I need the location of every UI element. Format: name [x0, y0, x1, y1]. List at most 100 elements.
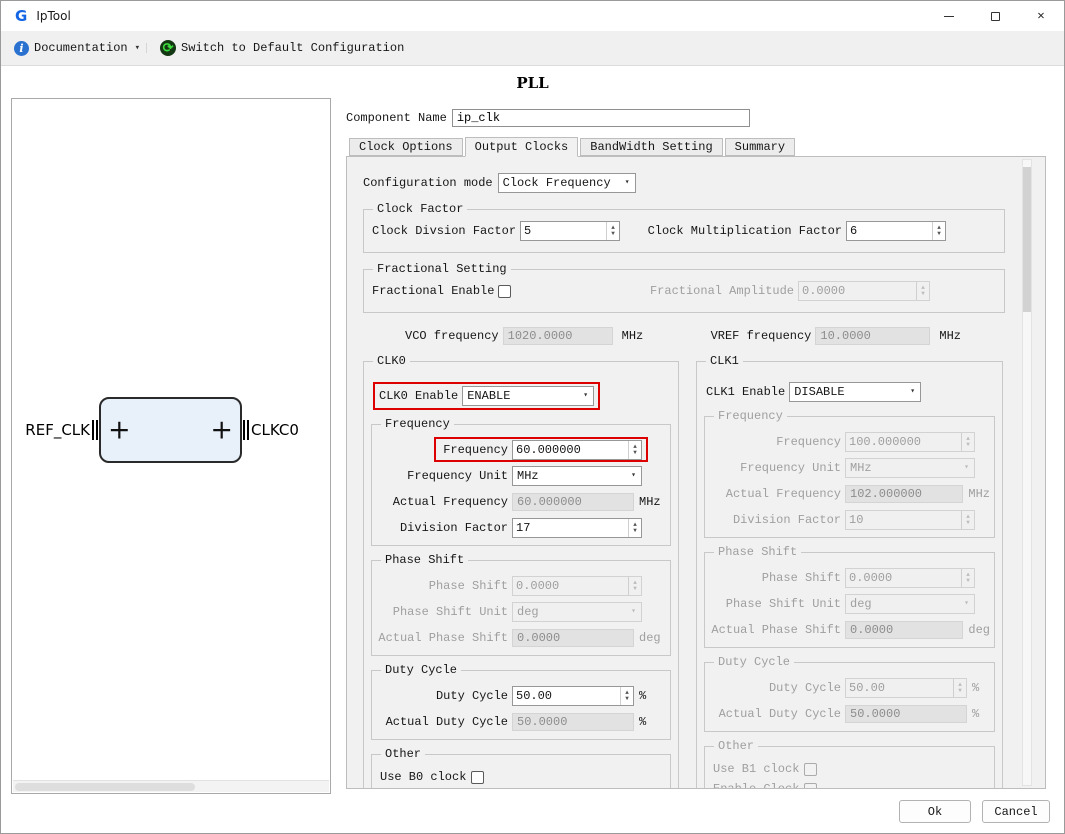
vertical-scrollbar[interactable] — [1022, 159, 1032, 786]
clk0-group: CLK0 CLK0 Enable ENABLE ▾ Frequency Freq… — [363, 354, 679, 788]
clk0-column: CLK0 CLK0 Enable ENABLE ▾ Frequency Freq… — [363, 354, 679, 788]
spinner-arrows: ▲ ▼ — [961, 433, 974, 451]
horizontal-scrollbar-thumb[interactable] — [15, 783, 195, 791]
spin-down-icon[interactable]: ▼ — [633, 450, 637, 456]
tab-clock-options[interactable]: Clock Options — [349, 138, 463, 156]
spinner-arrows: ▲ ▼ — [961, 569, 974, 587]
spinner-arrows[interactable]: ▲ ▼ — [620, 687, 633, 705]
vref-frequency-field: 10.0000 — [815, 327, 931, 345]
use-b0-clock-checkbox[interactable] — [471, 770, 485, 784]
frequency-label: Frequency — [776, 435, 841, 449]
group-title: Other — [381, 747, 426, 762]
unit-label: deg — [639, 631, 661, 645]
spin-down-icon[interactable]: ▼ — [937, 231, 941, 237]
clk1-frequency-unit-row: Frequency Unit MHz ▾ — [709, 455, 990, 481]
spin-down-icon: ▼ — [958, 687, 962, 694]
component-name-input[interactable] — [451, 109, 750, 127]
clk1-phase-shift-unit-combobox: deg ▾ — [845, 594, 975, 614]
clk1-frequency-row: Frequency 100.000000 ▲ ▼ — [709, 429, 990, 455]
clk0-division-factor-spinbox[interactable]: 17 ▲ ▼ — [512, 518, 642, 538]
spin-value: 0.0000 — [516, 579, 560, 593]
clk1-duty-cycle-spinbox: 50.00 ▲ ▼ — [845, 678, 967, 698]
fractional-enable-pair: Fractional Enable — [372, 284, 512, 298]
chevron-down-icon: ▾ — [631, 607, 636, 616]
clk0-phase-shift-spinbox: 0.0000 ▲ ▼ — [512, 576, 642, 596]
enable-clock-label: Enable Clock — [713, 782, 800, 789]
configuration-mode-row: Configuration mode Clock Frequency ▾ — [363, 173, 1005, 193]
group-title: CLK0 — [373, 354, 410, 369]
frequency-unit-label: Frequency Unit — [407, 469, 508, 483]
actual-duty-cycle-label: Actual Duty Cycle — [385, 715, 508, 729]
ok-button[interactable]: Ok — [899, 800, 971, 823]
vertical-scrollbar-thumb[interactable] — [1023, 167, 1031, 312]
clk1-enable-combobox[interactable]: DISABLE ▾ — [789, 382, 922, 402]
clock-multiplication-spinbox[interactable]: 6 ▲ ▼ — [846, 221, 946, 241]
clock-columns: CLK0 CLK0 Enable ENABLE ▾ Frequency Freq… — [363, 354, 1005, 789]
spin-down-icon[interactable]: ▼ — [611, 231, 615, 237]
spinner-arrows: ▲ ▼ — [628, 577, 641, 595]
window-title: IpTool — [36, 9, 71, 23]
spin-down-icon: ▼ — [966, 441, 970, 448]
tab-bandwidth-setting[interactable]: BandWidth Setting — [580, 138, 723, 156]
fractional-amplitude-spinbox: 0.0000 ▲ ▼ — [798, 281, 930, 301]
maximize-button[interactable] — [972, 1, 1018, 31]
plus-icon: + — [210, 414, 233, 446]
clk1-phase-shift-group: Phase Shift Phase Shift 0.0000 ▲ ▼ Phase … — [704, 545, 995, 648]
use-b0-clock-label: Use B0 clock — [380, 770, 467, 784]
ref-clk-port-label: REF_CLK — [25, 421, 90, 439]
spin-down-icon[interactable]: ▼ — [625, 696, 629, 702]
vco-frequency-label: VCO frequency — [405, 329, 499, 343]
division-factor-label: Division Factor — [399, 521, 508, 535]
clk1-phase-shift-spinbox: 0.0000 ▲ ▼ — [845, 568, 975, 588]
fractional-enable-checkbox[interactable] — [498, 284, 512, 298]
spin-down-icon[interactable]: ▼ — [633, 528, 637, 534]
spinner-arrows[interactable]: ▲ ▼ — [606, 222, 619, 240]
clk0-enable-combobox[interactable]: ENABLE ▾ — [462, 386, 595, 406]
clk1-actual-frequency-row: Actual Frequency 102.000000 MHz — [709, 481, 990, 507]
app-logo-icon: G — [15, 7, 28, 25]
configuration-mode-combobox[interactable]: Clock Frequency ▾ — [497, 173, 636, 193]
clk1-actual-duty-row: Actual Duty Cycle 50.0000 % — [709, 701, 990, 727]
highlight-box: CLK0 Enable ENABLE ▾ — [373, 382, 601, 410]
clk1-use-clock-row: Use B1 clock — [709, 759, 990, 779]
close-button[interactable]: ✕ — [1018, 1, 1064, 31]
spinner-arrows[interactable]: ▲ ▼ — [628, 519, 641, 537]
horizontal-scrollbar[interactable] — [13, 780, 329, 792]
clk0-duty-cycle-group: Duty Cycle Duty Cycle 50.00 ▲ ▼ % Actual… — [371, 663, 671, 740]
clock-multiplication-pair: Clock Multiplication Factor 6 ▲ ▼ — [648, 221, 946, 241]
documentation-label: Documentation — [34, 41, 128, 55]
unit-label: % — [639, 715, 647, 729]
spin-value: 5 — [524, 224, 532, 238]
actual-phase-shift-label: Actual Phase Shift — [711, 623, 841, 637]
chevron-down-icon: ▾ — [624, 178, 630, 187]
spin-value: 60.000000 — [516, 443, 581, 457]
clk0-actual-duty-row: Actual Duty Cycle 50.0000 % — [376, 709, 666, 735]
tab-summary[interactable]: Summary — [724, 138, 796, 156]
spinner-arrows[interactable]: ▲ ▼ — [932, 222, 945, 240]
configuration-mode-label: Configuration mode — [363, 176, 493, 190]
documentation-dropdown-arrow[interactable]: ▾ — [133, 43, 148, 53]
clk0-duty-cycle-spinbox[interactable]: 50.00 ▲ ▼ — [512, 686, 634, 706]
group-title: Other — [714, 739, 759, 754]
clock-division-label: Clock Divsion Factor — [372, 224, 517, 238]
clk1-division-factor-row: Division Factor 10 ▲ ▼ — [709, 507, 990, 533]
clk1-actual-phase-row: Actual Phase Shift 0.0000 deg — [709, 617, 990, 643]
actual-frequency-field: 60.000000 — [512, 493, 634, 511]
clock-division-spinbox[interactable]: 5 ▲ ▼ — [520, 221, 621, 241]
spinner-arrows: ▲ ▼ — [953, 679, 966, 697]
actual-phase-shift-field: 0.0000 — [512, 629, 634, 647]
clkc0-port-label: CLKC0 — [251, 421, 299, 439]
minimize-button[interactable] — [926, 1, 972, 31]
clk0-frequency-spinbox[interactable]: 60.000000 ▲ ▼ — [512, 440, 642, 460]
tab-output-clocks[interactable]: Output Clocks — [464, 137, 579, 157]
iptool-window: G IpTool ✕ i Documentation ▾ ⟳ Switch to… — [0, 0, 1065, 834]
group-title: Clock Factor — [373, 202, 468, 217]
pll-block[interactable]: + + — [99, 397, 242, 463]
clk0-frequency-unit-combobox[interactable]: MHz ▾ — [512, 466, 642, 486]
switch-default-configuration-button[interactable]: ⟳ Switch to Default Configuration — [155, 37, 409, 59]
clk1-phase-shift-unit-row: Phase Shift Unit deg ▾ — [709, 591, 990, 617]
input-port-icon — [92, 420, 98, 440]
cancel-button[interactable]: Cancel — [982, 800, 1050, 823]
spinner-arrows[interactable]: ▲ ▼ — [628, 441, 641, 459]
documentation-button[interactable]: i Documentation — [9, 38, 133, 59]
